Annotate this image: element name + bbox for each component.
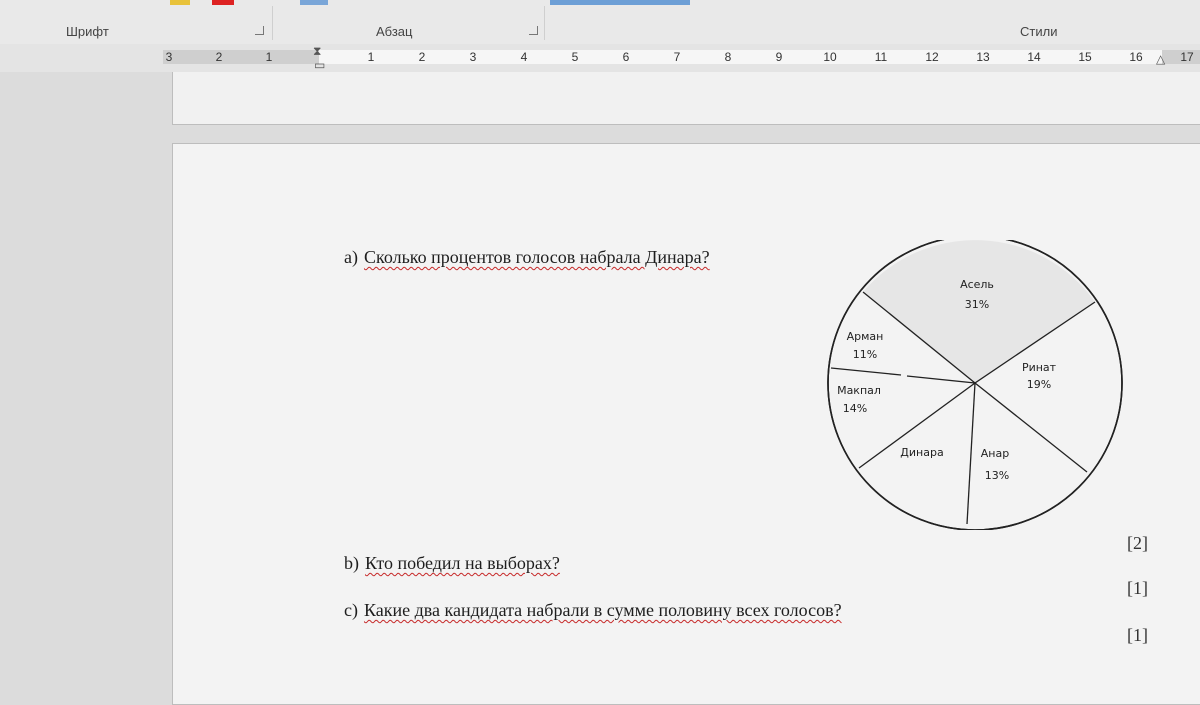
font-group-label: Шрифт [66,24,109,39]
ruler-number: 17 [1180,50,1194,64]
pie-chart-svg: Асель 31% Ринат 19% Анар 13% Динара Макп… [827,235,1123,531]
left-indent-box-icon[interactable]: ▭ [314,58,325,72]
ruler-number: 7 [673,50,681,64]
font-dialog-launcher-icon[interactable] [255,26,264,35]
slice-label-rinat: Ринат [1022,361,1057,374]
paragraph-group-label: Абзац [376,24,413,39]
ruler-number: 14 [1027,50,1041,64]
ruler-number: 1 [367,50,375,64]
slice-label-asel: Асель [960,278,994,291]
ruler-number: 11 [874,50,888,64]
question-label: a) [344,247,358,267]
ruler-number: 2 [418,50,426,64]
ruler-number: 12 [925,50,939,64]
highlight-color-swatch[interactable] [212,0,234,5]
ruler-number: 3 [165,50,173,64]
question-c-marks: [1] [1127,625,1148,645]
right-indent-marker-icon[interactable]: △ [1156,52,1165,66]
slice-label-anar: Анар [981,447,1009,460]
ruler-number: 4 [520,50,528,64]
slice-value-rinat: 19% [1027,378,1051,391]
previous-page-bottom[interactable] [172,72,1200,125]
horizontal-ruler[interactable]: 3 2 1 ⧗ ▭ 1 2 3 4 5 6 7 8 9 10 11 12 13 … [0,44,1200,72]
ruler-number: 2 [215,50,223,64]
question-a-marks: [2] [1127,533,1148,553]
slice-label-dinara: Динара [900,446,943,459]
slice-value-makpal: 14% [843,402,867,415]
question-b[interactable]: b) Кто победил на выборах? [344,553,560,574]
ruler-number: 3 [469,50,477,64]
ribbon-divider [272,6,273,40]
question-a[interactable]: a) Сколько процентов голосов набрала Дина… [344,247,710,268]
indent-marker-icon[interactable]: ⧗ [313,44,321,59]
ruler-number: 1 [265,50,273,64]
paragraph-dialog-launcher-icon[interactable] [529,26,538,35]
pie-chart: Асель 31% Ринат 19% Анар 13% Динара Макп… [827,235,1127,531]
question-label: b) [344,553,359,573]
ruler-number: 9 [775,50,783,64]
question-text: Кто победил на выборах? [365,553,560,573]
question-text: Сколько процентов голосов набрала Динара… [363,247,710,267]
font-color-swatch[interactable] [170,0,190,5]
ruler-number: 15 [1078,50,1092,64]
question-text: Какие два кандидата набрали в сумме поло… [363,600,842,620]
question-label: c) [344,600,358,620]
ruler-number: 10 [823,50,837,64]
question-b-marks: [1] [1127,578,1148,598]
ruler-number: 13 [976,50,990,64]
ribbon: Шрифт Абзац Стили [0,0,1200,45]
slice-label-makpal: Макпал [837,384,881,397]
slice-value-asel: 31% [965,298,989,311]
style-swatch[interactable] [300,0,328,5]
ruler-number: 6 [622,50,630,64]
selected-style-swatch[interactable] [550,0,690,5]
styles-group-label: Стили [1020,24,1058,39]
question-c[interactable]: c) Какие два кандидата набрали в сумме по… [344,600,842,621]
slice-label-arman: Арман [847,330,884,343]
slice-value-arman: 11% [853,348,877,361]
ruler-number: 5 [571,50,579,64]
ruler-left-margin [163,50,319,64]
slice-value-anar: 13% [985,469,1009,482]
ruler-number: 8 [724,50,732,64]
ruler-number: 16 [1129,50,1143,64]
ribbon-divider [544,6,545,40]
